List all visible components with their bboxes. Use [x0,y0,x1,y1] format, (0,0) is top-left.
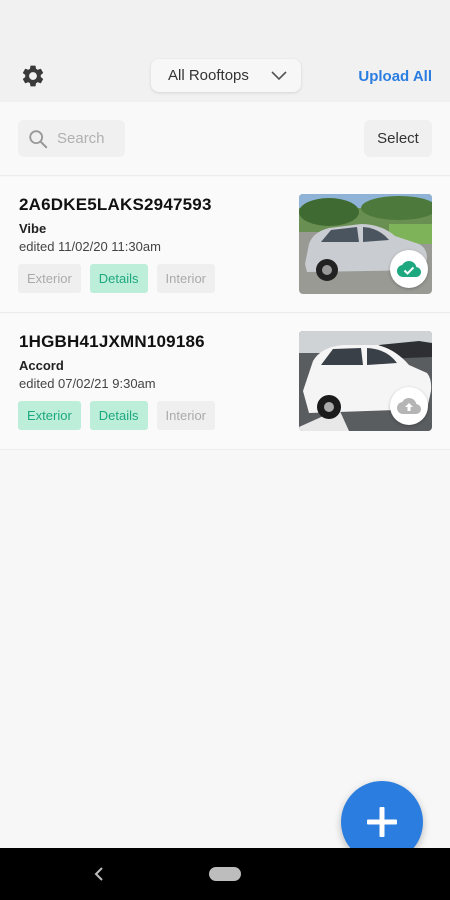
app-header: All Rooftops Upload All [0,48,450,102]
vehicle-thumbnail[interactable] [299,331,432,431]
search-box[interactable] [18,120,125,157]
system-nav-bar [0,848,450,900]
home-pill[interactable] [209,867,241,881]
vehicle-model: Vibe [19,221,47,236]
status-bar [0,0,450,48]
search-toolbar: Select [0,102,450,176]
rooftop-dropdown[interactable]: All Rooftops [151,59,301,92]
vehicle-card[interactable]: 2A6DKE5LAKS2947593 Vibe edited 11/02/20 … [0,177,450,313]
vehicle-vin: 2A6DKE5LAKS2947593 [19,195,212,214]
cloud-upload-icon [397,398,421,414]
photo-category-tags: Exterior Details Interior [18,401,216,430]
vehicle-edited-date: edited 07/02/21 9:30am [19,376,156,391]
search-input[interactable] [57,130,123,147]
search-icon [29,129,48,148]
upload-status-badge[interactable] [390,387,428,425]
cloud-check-icon [397,261,421,277]
rooftop-dropdown-label: All Rooftops [168,67,249,84]
tag-details[interactable]: Details [89,264,148,293]
vehicle-thumbnail[interactable] [299,194,432,294]
select-button[interactable]: Select [364,120,432,157]
vehicle-edited-date: edited 11/02/20 11:30am [19,239,161,254]
plus-icon [367,807,397,837]
tag-interior[interactable]: Interior [156,264,216,293]
chevron-down-icon [271,71,287,81]
vehicle-vin: 1HGBH41JXMN109186 [19,332,205,351]
vehicle-model: Accord [19,358,64,373]
upload-all-button[interactable]: Upload All [358,68,432,85]
tag-exterior[interactable]: Exterior [18,264,81,293]
photo-category-tags: Exterior Details Interior [18,264,216,293]
tag-exterior[interactable]: Exterior [18,401,81,430]
gear-icon[interactable] [20,63,46,89]
vehicle-card[interactable]: 1HGBH41JXMN109186 Accord edited 07/02/21… [0,314,450,450]
tag-interior[interactable]: Interior [156,401,216,430]
back-icon[interactable] [92,865,106,883]
tag-details[interactable]: Details [89,401,148,430]
upload-status-badge[interactable] [390,250,428,288]
